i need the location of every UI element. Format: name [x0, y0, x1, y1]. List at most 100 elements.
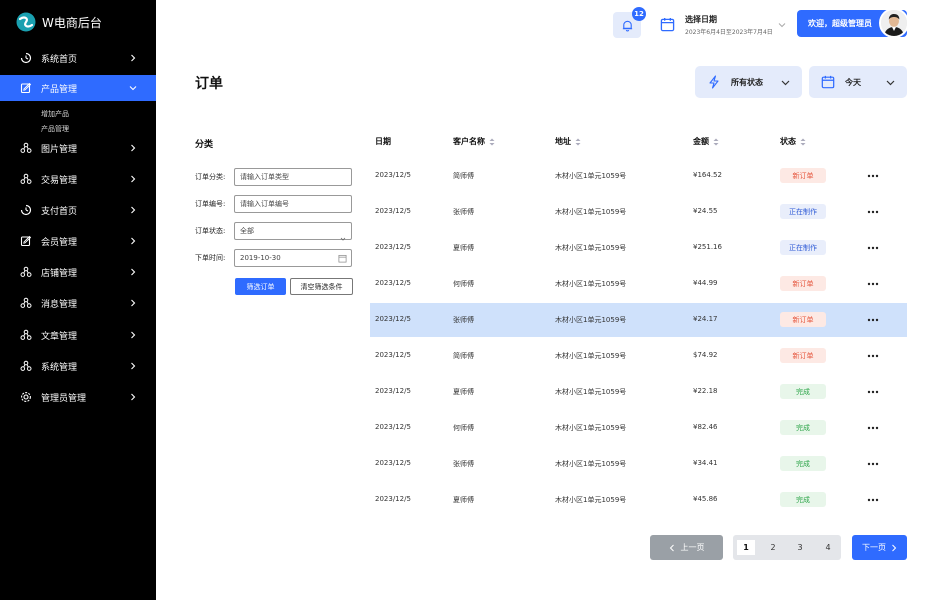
chevron-down-icon — [781, 80, 790, 86]
table-row[interactable]: 2023/12/5 夏师傅 木材小区1单元1059号 ¥22.18 完成 — [370, 375, 907, 409]
date-picker-label: 选择日期 — [685, 15, 717, 24]
sidebar-item[interactable]: 店铺管理 — [0, 259, 156, 285]
app-logo-icon — [16, 12, 36, 32]
table-row[interactable]: 2023/12/5 何师傅 木材小区1单元1059号 ¥82.46 完成 — [370, 411, 907, 445]
column-header[interactable]: 金额 — [693, 136, 719, 147]
chevron-down-icon — [886, 80, 895, 86]
sidebar-item[interactable]: 支付首页 — [0, 197, 156, 223]
sidebar-item[interactable]: 产品管理 — [0, 75, 156, 101]
order-no-label: 订单编号: — [195, 200, 226, 208]
cell-customer: 何师傅 — [453, 424, 474, 432]
cell-date: 2023/12/5 — [375, 207, 411, 215]
clear-filters-button[interactable]: 清空筛选条件 — [290, 278, 353, 295]
status-badge: 完成 — [780, 492, 826, 507]
sidebar-item[interactable]: 交易管理 — [0, 166, 156, 192]
sidebar-item[interactable]: 会员管理 — [0, 228, 156, 254]
page-number[interactable]: 4 — [819, 540, 837, 555]
cell-amount: ¥164.52 — [693, 171, 722, 179]
chevron-right-icon — [892, 544, 897, 551]
column-header[interactable]: 状态 — [780, 136, 806, 147]
chevron-down-icon — [340, 237, 346, 241]
cell-date: 2023/12/5 — [375, 351, 411, 359]
order-no-input[interactable]: 请输入订单编号 — [234, 195, 352, 213]
sidebar-item[interactable]: 文章管理 — [0, 322, 156, 348]
cell-date: 2023/12/5 — [375, 459, 411, 467]
cell-address: 木材小区1单元1059号 — [555, 496, 627, 504]
cell-customer: 张师傅 — [453, 460, 474, 468]
more-options-icon[interactable] — [867, 318, 879, 322]
sidebar-subitem[interactable]: 产品管理 — [41, 124, 69, 134]
sidebar-item-label: 管理员管理 — [41, 393, 87, 404]
more-options-icon[interactable] — [867, 282, 879, 286]
more-options-icon[interactable] — [867, 498, 879, 502]
chevron-right-icon — [131, 237, 136, 245]
chevron-right-icon — [131, 54, 136, 62]
order-status-value: 全部 — [240, 227, 254, 235]
order-time-input[interactable]: 2019-10-30 — [234, 249, 352, 267]
order-no-placeholder: 请输入订单编号 — [240, 200, 289, 208]
sidebar-item-label: 文章管理 — [41, 331, 78, 342]
sidebar-item-label: 支付首页 — [41, 206, 78, 217]
sidebar-subitem[interactable]: 增加产品 — [41, 109, 69, 119]
column-header-label: 金额 — [693, 137, 709, 146]
sidebar-item[interactable]: 系统管理 — [0, 353, 156, 379]
table-row[interactable]: 2023/12/5 张师傅 木材小区1单元1059号 ¥24.17 新订单 — [370, 303, 907, 337]
table-row[interactable]: 2023/12/5 何师傅 木材小区1单元1059号 ¥44.99 新订单 — [370, 267, 907, 301]
sidebar-item-label: 消息管理 — [41, 299, 78, 310]
table-row[interactable]: 2023/12/5 夏师傅 木材小区1单元1059号 ¥45.86 完成 — [370, 483, 907, 517]
status-filter-dropdown[interactable]: 所有状态 — [695, 66, 802, 98]
sidebar-item-label: 图片管理 — [41, 144, 78, 155]
status-badge: 新订单 — [780, 348, 826, 363]
table-row[interactable]: 2023/12/5 张师傅 木材小区1单元1059号 ¥24.55 正在制作 — [370, 195, 907, 229]
user-portrait-icon — [881, 10, 907, 36]
chevron-right-icon — [131, 268, 136, 276]
page-number[interactable]: 2 — [764, 540, 782, 555]
more-options-icon[interactable] — [867, 246, 879, 250]
column-header-label: 地址 — [555, 137, 571, 146]
column-header[interactable]: 地址 — [555, 136, 581, 147]
brand[interactable]: W电商后台 — [16, 12, 102, 32]
more-options-icon[interactable] — [867, 210, 879, 214]
order-status-select[interactable]: 全部 — [234, 222, 352, 241]
sidebar-item[interactable]: 消息管理 — [0, 290, 156, 316]
cell-address: 木材小区1单元1059号 — [555, 280, 627, 288]
status-badge: 完成 — [780, 384, 826, 399]
table-row[interactable]: 2023/12/5 简师傅 木材小区1单元1059号 ¥164.52 新订单 — [370, 159, 907, 193]
date-range-value: 2023年6月4日至2023年7月4日 — [685, 29, 773, 36]
more-options-icon[interactable] — [867, 426, 879, 430]
next-page-button[interactable]: 下一页 — [852, 535, 907, 560]
prev-page-button[interactable]: 上一页 — [650, 535, 723, 560]
lightning-icon — [709, 75, 719, 89]
page-title: 订单 — [195, 76, 223, 92]
cell-amount: ¥44.99 — [693, 279, 718, 287]
cell-amount: ¥34.41 — [693, 459, 718, 467]
cell-date: 2023/12/5 — [375, 279, 411, 287]
table-row[interactable]: 2023/12/5 夏师傅 木材小区1单元1059号 ¥251.16 正在制作 — [370, 231, 907, 265]
chevron-right-icon — [131, 144, 136, 152]
more-options-icon[interactable] — [867, 174, 879, 178]
column-header[interactable]: 客户名称 — [453, 136, 495, 147]
avatar[interactable] — [879, 8, 909, 38]
cell-address: 木材小区1单元1059号 — [555, 352, 627, 360]
filter-orders-button[interactable]: 筛选订单 — [235, 278, 286, 295]
more-options-icon[interactable] — [867, 354, 879, 358]
table-row[interactable]: 2023/12/5 简师傅 木材小区1单元1059号 $74.92 新订单 — [370, 339, 907, 373]
table-row[interactable]: 2023/12/5 张师傅 木材小区1单元1059号 ¥34.41 完成 — [370, 447, 907, 481]
date-picker[interactable]: 选择日期 2023年6月4日至2023年7月4日 — [660, 12, 790, 38]
order-status-label: 订单状态: — [195, 227, 226, 235]
status-badge: 新订单 — [780, 168, 826, 183]
date-filter-dropdown[interactable]: 今天 — [809, 66, 907, 98]
dashboard-icon — [19, 204, 32, 217]
cell-customer: 何师傅 — [453, 280, 474, 288]
sidebar-item[interactable]: 系统首页 — [0, 45, 156, 71]
page-number[interactable]: 1 — [737, 540, 755, 555]
sidebar-item[interactable]: 管理员管理 — [0, 384, 156, 410]
page-number[interactable]: 3 — [791, 540, 809, 555]
cell-amount: ¥24.55 — [693, 207, 718, 215]
more-options-icon[interactable] — [867, 390, 879, 394]
cell-customer: 简师傅 — [453, 352, 474, 360]
more-options-icon[interactable] — [867, 462, 879, 466]
order-type-input[interactable]: 请输入订单类型 — [234, 168, 352, 186]
sidebar-item[interactable]: 图片管理 — [0, 135, 156, 161]
column-header[interactable]: 日期 — [375, 136, 391, 147]
